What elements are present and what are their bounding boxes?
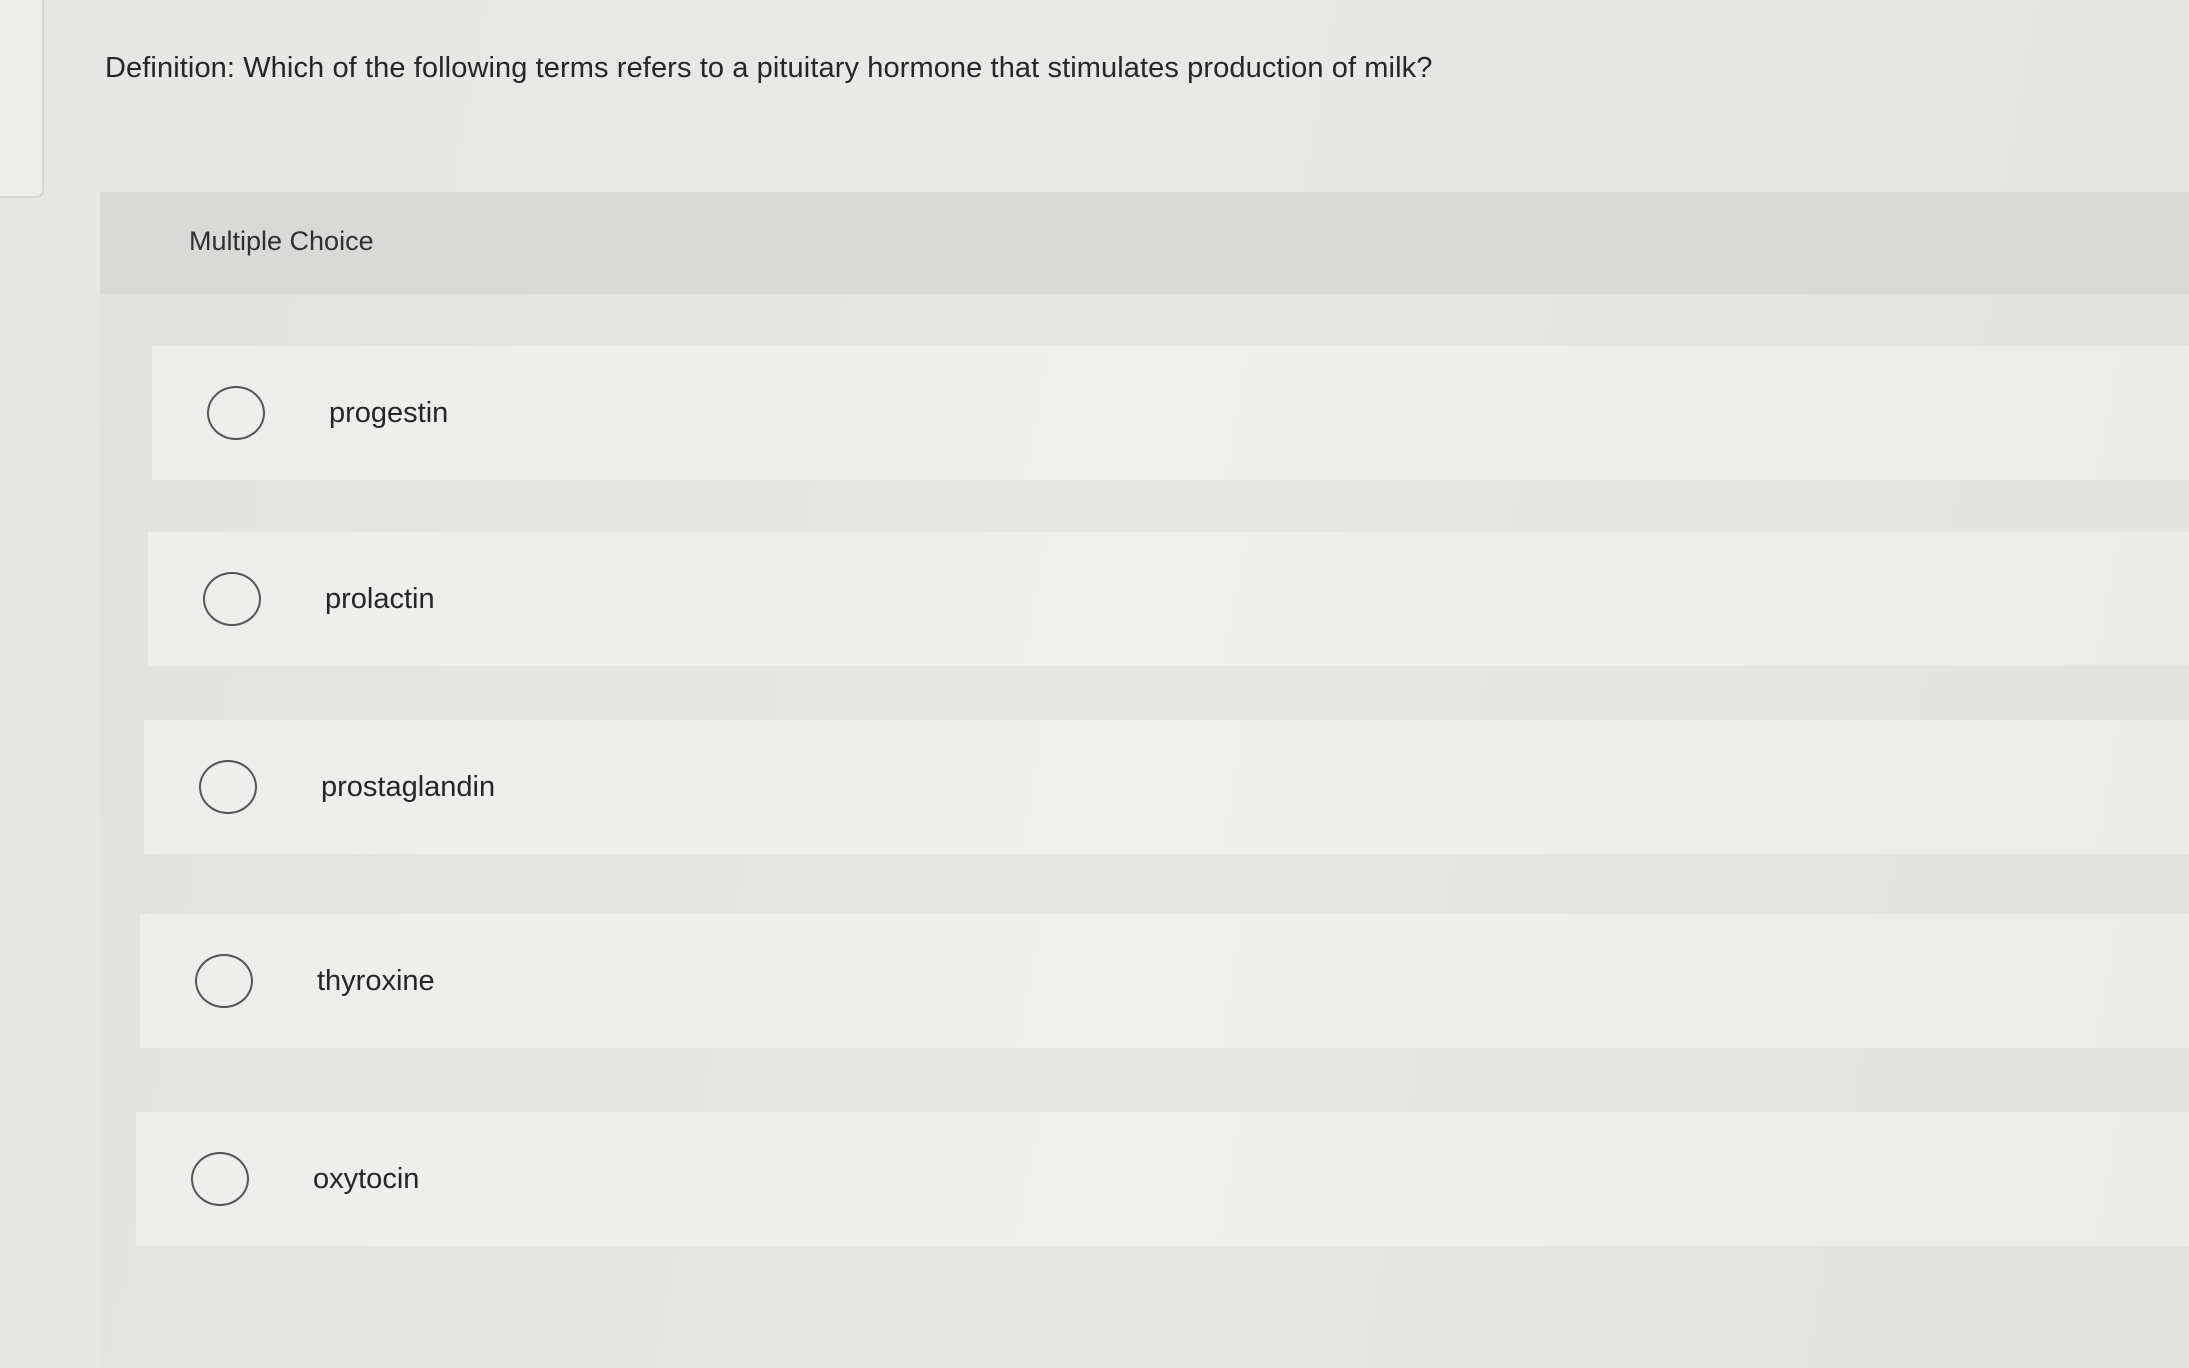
option-oxytocin[interactable]: oxytocin [136, 1112, 2189, 1246]
radio-button[interactable] [191, 1152, 249, 1206]
radio-button[interactable] [199, 760, 257, 814]
option-progestin[interactable]: progestin [152, 346, 2189, 480]
option-label: thyroxine [317, 964, 435, 997]
question-text: Definition: Which of the following terms… [105, 52, 1433, 84]
radio-button[interactable] [203, 572, 261, 626]
radio-button[interactable] [207, 386, 265, 440]
panel-header: Multiple Choice [100, 192, 2189, 294]
radio-button[interactable] [195, 954, 253, 1008]
option-prolactin[interactable]: prolactin [148, 532, 2189, 666]
option-label: oxytocin [313, 1162, 420, 1195]
multiple-choice-panel: Multiple Choice progestin prolactin pros… [100, 192, 2189, 1368]
side-panel-tab [0, 0, 44, 198]
question-type-label: Multiple Choice [189, 226, 374, 256]
option-label: prolactin [325, 582, 435, 615]
options-list: progestin prolactin prostaglandin thyrox… [100, 294, 2189, 1368]
option-label: prostaglandin [321, 770, 496, 803]
option-prostaglandin[interactable]: prostaglandin [144, 720, 2189, 854]
option-thyroxine[interactable]: thyroxine [140, 914, 2189, 1048]
option-label: progestin [329, 396, 449, 429]
